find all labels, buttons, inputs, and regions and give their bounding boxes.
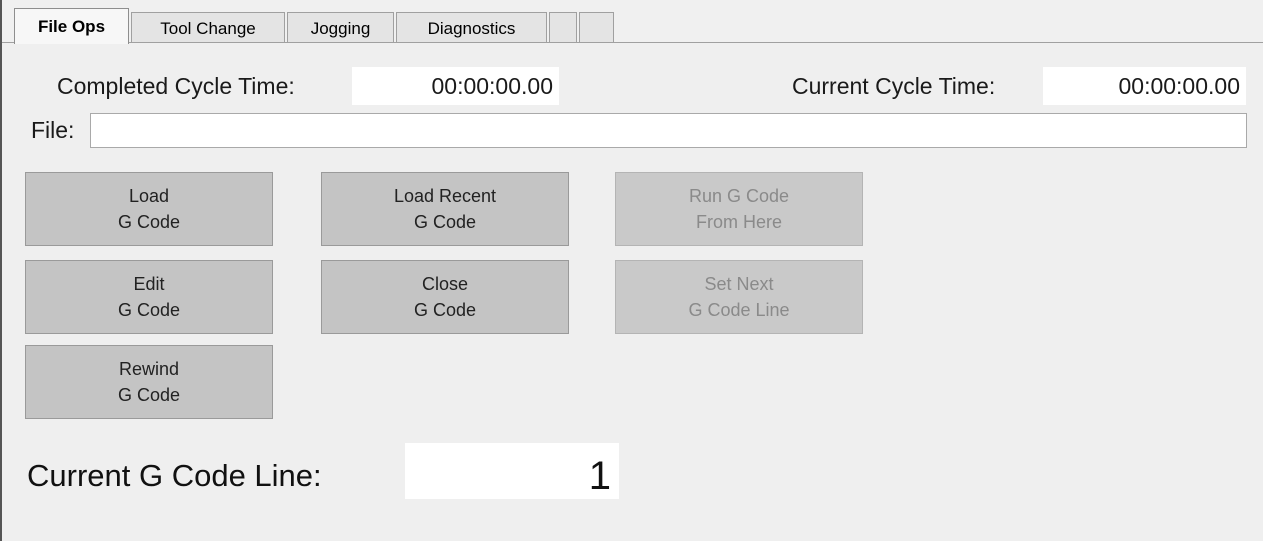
button-label-line1: Rewind — [118, 359, 180, 379]
button-label-line1: Load Recent — [393, 186, 497, 206]
button-label-line1: Close — [421, 274, 469, 294]
load-gcode-button[interactable]: Load G Code — [25, 172, 273, 246]
button-label-line2: G Code — [117, 385, 181, 405]
completed-cycle-time-label: Completed Cycle Time: — [57, 73, 295, 99]
button-label-line2: From Here — [695, 212, 782, 232]
tab-label: Diagnostics — [427, 18, 516, 38]
button-label-line1: Edit — [133, 274, 165, 294]
current-cycle-time-label: Current Cycle Time: — [792, 73, 996, 99]
file-label: File: — [31, 117, 75, 143]
current-gcode-line-label: Current G Code Line: — [27, 458, 322, 493]
load-recent-gcode-button[interactable]: Load Recent G Code — [321, 172, 569, 246]
current-cycle-time-value: 00:00:00.00 — [1043, 67, 1246, 105]
button-label-line2: G Code — [117, 300, 181, 320]
tab-jogging[interactable]: Jogging — [287, 12, 394, 44]
current-gcode-line-value: 1 — [405, 443, 619, 499]
rewind-gcode-button[interactable]: Rewind G Code — [25, 345, 273, 419]
tab-label: File Ops — [37, 16, 106, 36]
tab-strip: File Ops Tool Change Jogging Diagnostics — [0, 0, 1263, 46]
tab-diagnostics[interactable]: Diagnostics — [396, 12, 547, 44]
set-next-gcode-line-button[interactable]: Set Next G Code Line — [615, 260, 863, 334]
button-label-line2: G Code Line — [688, 300, 790, 320]
button-label-line1: Run G Code — [688, 186, 790, 206]
tab-blank-2[interactable] — [579, 12, 614, 44]
tab-file-ops[interactable]: File Ops — [14, 8, 129, 44]
button-label-line1: Load — [128, 186, 170, 206]
tab-label: Jogging — [310, 18, 371, 38]
button-label-line2: G Code — [413, 300, 477, 320]
edit-gcode-button[interactable]: Edit G Code — [25, 260, 273, 334]
run-gcode-from-here-button[interactable]: Run G Code From Here — [615, 172, 863, 246]
button-label-line1: Set Next — [704, 274, 774, 294]
tab-label: Tool Change — [160, 18, 256, 38]
button-label-line2: G Code — [117, 212, 181, 232]
file-path-input[interactable] — [90, 113, 1247, 148]
button-label-line2: G Code — [413, 212, 477, 232]
close-gcode-button[interactable]: Close G Code — [321, 260, 569, 334]
tab-tool-change[interactable]: Tool Change — [131, 12, 285, 44]
completed-cycle-time-value: 00:00:00.00 — [352, 67, 559, 105]
tab-blank-1[interactable] — [549, 12, 577, 44]
